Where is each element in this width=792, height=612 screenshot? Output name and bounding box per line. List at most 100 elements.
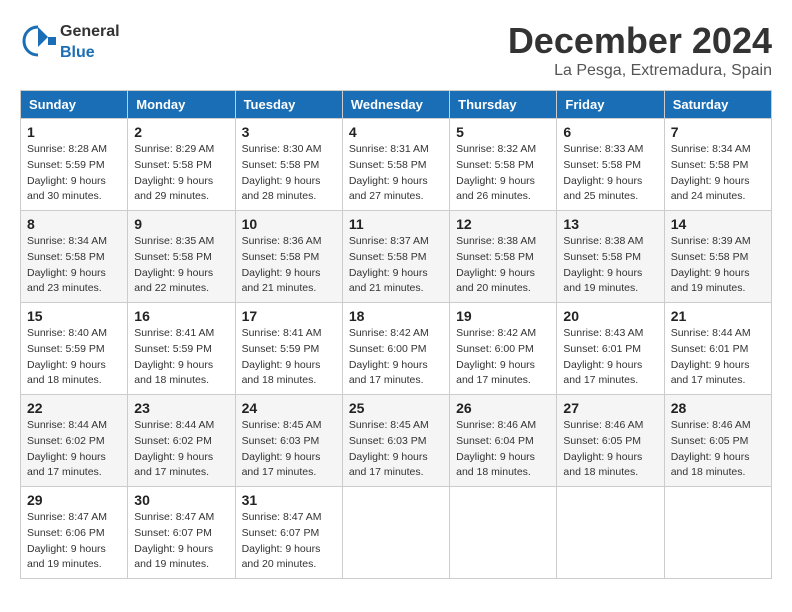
day-number: 16 <box>134 308 228 324</box>
title-block: December 2024 La Pesga, Extremadura, Spa… <box>508 20 772 80</box>
table-row <box>342 487 449 579</box>
table-row: 7 Sunrise: 8:34 AMSunset: 5:58 PMDayligh… <box>664 119 771 211</box>
table-row: 12 Sunrise: 8:38 AMSunset: 5:58 PMDaylig… <box>450 211 557 303</box>
table-row: 1 Sunrise: 8:28 AMSunset: 5:59 PMDayligh… <box>21 119 128 211</box>
day-info: Sunrise: 8:47 AMSunset: 6:06 PMDaylight:… <box>27 511 107 570</box>
day-info: Sunrise: 8:28 AMSunset: 5:59 PMDaylight:… <box>27 143 107 202</box>
day-info: Sunrise: 8:36 AMSunset: 5:58 PMDaylight:… <box>242 235 322 294</box>
day-number: 27 <box>563 400 657 416</box>
day-number: 22 <box>27 400 121 416</box>
day-number: 11 <box>349 216 443 232</box>
table-row: 22 Sunrise: 8:44 AMSunset: 6:02 PMDaylig… <box>21 395 128 487</box>
day-info: Sunrise: 8:38 AMSunset: 5:58 PMDaylight:… <box>563 235 643 294</box>
day-info: Sunrise: 8:34 AMSunset: 5:58 PMDaylight:… <box>27 235 107 294</box>
calendar-header-row: Sunday Monday Tuesday Wednesday Thursday… <box>21 91 772 119</box>
table-row: 3 Sunrise: 8:30 AMSunset: 5:58 PMDayligh… <box>235 119 342 211</box>
day-info: Sunrise: 8:33 AMSunset: 5:58 PMDaylight:… <box>563 143 643 202</box>
day-number: 13 <box>563 216 657 232</box>
day-info: Sunrise: 8:44 AMSunset: 6:01 PMDaylight:… <box>671 327 751 386</box>
col-saturday: Saturday <box>664 91 771 119</box>
col-sunday: Sunday <box>21 91 128 119</box>
table-row: 21 Sunrise: 8:44 AMSunset: 6:01 PMDaylig… <box>664 303 771 395</box>
day-number: 7 <box>671 124 765 140</box>
table-row: 23 Sunrise: 8:44 AMSunset: 6:02 PMDaylig… <box>128 395 235 487</box>
day-info: Sunrise: 8:46 AMSunset: 6:05 PMDaylight:… <box>671 419 751 478</box>
table-row: 8 Sunrise: 8:34 AMSunset: 5:58 PMDayligh… <box>21 211 128 303</box>
col-tuesday: Tuesday <box>235 91 342 119</box>
header: General Blue December 2024 La Pesga, Ext… <box>20 20 772 80</box>
table-row: 25 Sunrise: 8:45 AMSunset: 6:03 PMDaylig… <box>342 395 449 487</box>
day-number: 3 <box>242 124 336 140</box>
day-info: Sunrise: 8:41 AMSunset: 5:59 PMDaylight:… <box>134 327 214 386</box>
day-info: Sunrise: 8:42 AMSunset: 6:00 PMDaylight:… <box>456 327 536 386</box>
day-number: 5 <box>456 124 550 140</box>
table-row: 19 Sunrise: 8:42 AMSunset: 6:00 PMDaylig… <box>450 303 557 395</box>
logo: General Blue <box>20 20 120 62</box>
day-number: 28 <box>671 400 765 416</box>
logo-blue-text: Blue <box>60 44 95 61</box>
calendar-week-row: 15 Sunrise: 8:40 AMSunset: 5:59 PMDaylig… <box>21 303 772 395</box>
day-info: Sunrise: 8:38 AMSunset: 5:58 PMDaylight:… <box>456 235 536 294</box>
table-row: 9 Sunrise: 8:35 AMSunset: 5:58 PMDayligh… <box>128 211 235 303</box>
day-info: Sunrise: 8:43 AMSunset: 6:01 PMDaylight:… <box>563 327 643 386</box>
calendar-table: Sunday Monday Tuesday Wednesday Thursday… <box>20 90 772 579</box>
col-monday: Monday <box>128 91 235 119</box>
day-number: 1 <box>27 124 121 140</box>
day-info: Sunrise: 8:46 AMSunset: 6:04 PMDaylight:… <box>456 419 536 478</box>
location-subtitle: La Pesga, Extremadura, Spain <box>508 62 772 80</box>
day-number: 24 <box>242 400 336 416</box>
calendar-week-row: 8 Sunrise: 8:34 AMSunset: 5:58 PMDayligh… <box>21 211 772 303</box>
day-info: Sunrise: 8:32 AMSunset: 5:58 PMDaylight:… <box>456 143 536 202</box>
day-number: 6 <box>563 124 657 140</box>
month-title: December 2024 <box>508 20 772 62</box>
table-row: 10 Sunrise: 8:36 AMSunset: 5:58 PMDaylig… <box>235 211 342 303</box>
table-row <box>664 487 771 579</box>
col-wednesday: Wednesday <box>342 91 449 119</box>
calendar-week-row: 1 Sunrise: 8:28 AMSunset: 5:59 PMDayligh… <box>21 119 772 211</box>
day-number: 14 <box>671 216 765 232</box>
day-number: 30 <box>134 492 228 508</box>
table-row: 24 Sunrise: 8:45 AMSunset: 6:03 PMDaylig… <box>235 395 342 487</box>
day-info: Sunrise: 8:42 AMSunset: 6:00 PMDaylight:… <box>349 327 429 386</box>
day-info: Sunrise: 8:47 AMSunset: 6:07 PMDaylight:… <box>242 511 322 570</box>
day-number: 21 <box>671 308 765 324</box>
table-row: 29 Sunrise: 8:47 AMSunset: 6:06 PMDaylig… <box>21 487 128 579</box>
table-row: 6 Sunrise: 8:33 AMSunset: 5:58 PMDayligh… <box>557 119 664 211</box>
day-number: 18 <box>349 308 443 324</box>
day-number: 10 <box>242 216 336 232</box>
logo-icon <box>20 23 56 59</box>
col-friday: Friday <box>557 91 664 119</box>
logo-general-text: General <box>60 23 120 40</box>
day-number: 19 <box>456 308 550 324</box>
day-number: 26 <box>456 400 550 416</box>
table-row: 14 Sunrise: 8:39 AMSunset: 5:58 PMDaylig… <box>664 211 771 303</box>
day-info: Sunrise: 8:35 AMSunset: 5:58 PMDaylight:… <box>134 235 214 294</box>
table-row: 20 Sunrise: 8:43 AMSunset: 6:01 PMDaylig… <box>557 303 664 395</box>
day-info: Sunrise: 8:34 AMSunset: 5:58 PMDaylight:… <box>671 143 751 202</box>
table-row <box>557 487 664 579</box>
day-info: Sunrise: 8:39 AMSunset: 5:58 PMDaylight:… <box>671 235 751 294</box>
table-row: 4 Sunrise: 8:31 AMSunset: 5:58 PMDayligh… <box>342 119 449 211</box>
table-row: 15 Sunrise: 8:40 AMSunset: 5:59 PMDaylig… <box>21 303 128 395</box>
table-row: 11 Sunrise: 8:37 AMSunset: 5:58 PMDaylig… <box>342 211 449 303</box>
day-info: Sunrise: 8:30 AMSunset: 5:58 PMDaylight:… <box>242 143 322 202</box>
table-row: 27 Sunrise: 8:46 AMSunset: 6:05 PMDaylig… <box>557 395 664 487</box>
day-number: 12 <box>456 216 550 232</box>
day-number: 8 <box>27 216 121 232</box>
day-info: Sunrise: 8:40 AMSunset: 5:59 PMDaylight:… <box>27 327 107 386</box>
table-row: 13 Sunrise: 8:38 AMSunset: 5:58 PMDaylig… <box>557 211 664 303</box>
table-row: 17 Sunrise: 8:41 AMSunset: 5:59 PMDaylig… <box>235 303 342 395</box>
table-row: 16 Sunrise: 8:41 AMSunset: 5:59 PMDaylig… <box>128 303 235 395</box>
day-info: Sunrise: 8:37 AMSunset: 5:58 PMDaylight:… <box>349 235 429 294</box>
day-number: 25 <box>349 400 443 416</box>
day-info: Sunrise: 8:45 AMSunset: 6:03 PMDaylight:… <box>349 419 429 478</box>
day-number: 17 <box>242 308 336 324</box>
calendar-week-row: 29 Sunrise: 8:47 AMSunset: 6:06 PMDaylig… <box>21 487 772 579</box>
table-row <box>450 487 557 579</box>
day-info: Sunrise: 8:41 AMSunset: 5:59 PMDaylight:… <box>242 327 322 386</box>
day-number: 23 <box>134 400 228 416</box>
table-row: 26 Sunrise: 8:46 AMSunset: 6:04 PMDaylig… <box>450 395 557 487</box>
day-number: 29 <box>27 492 121 508</box>
col-thursday: Thursday <box>450 91 557 119</box>
day-number: 15 <box>27 308 121 324</box>
